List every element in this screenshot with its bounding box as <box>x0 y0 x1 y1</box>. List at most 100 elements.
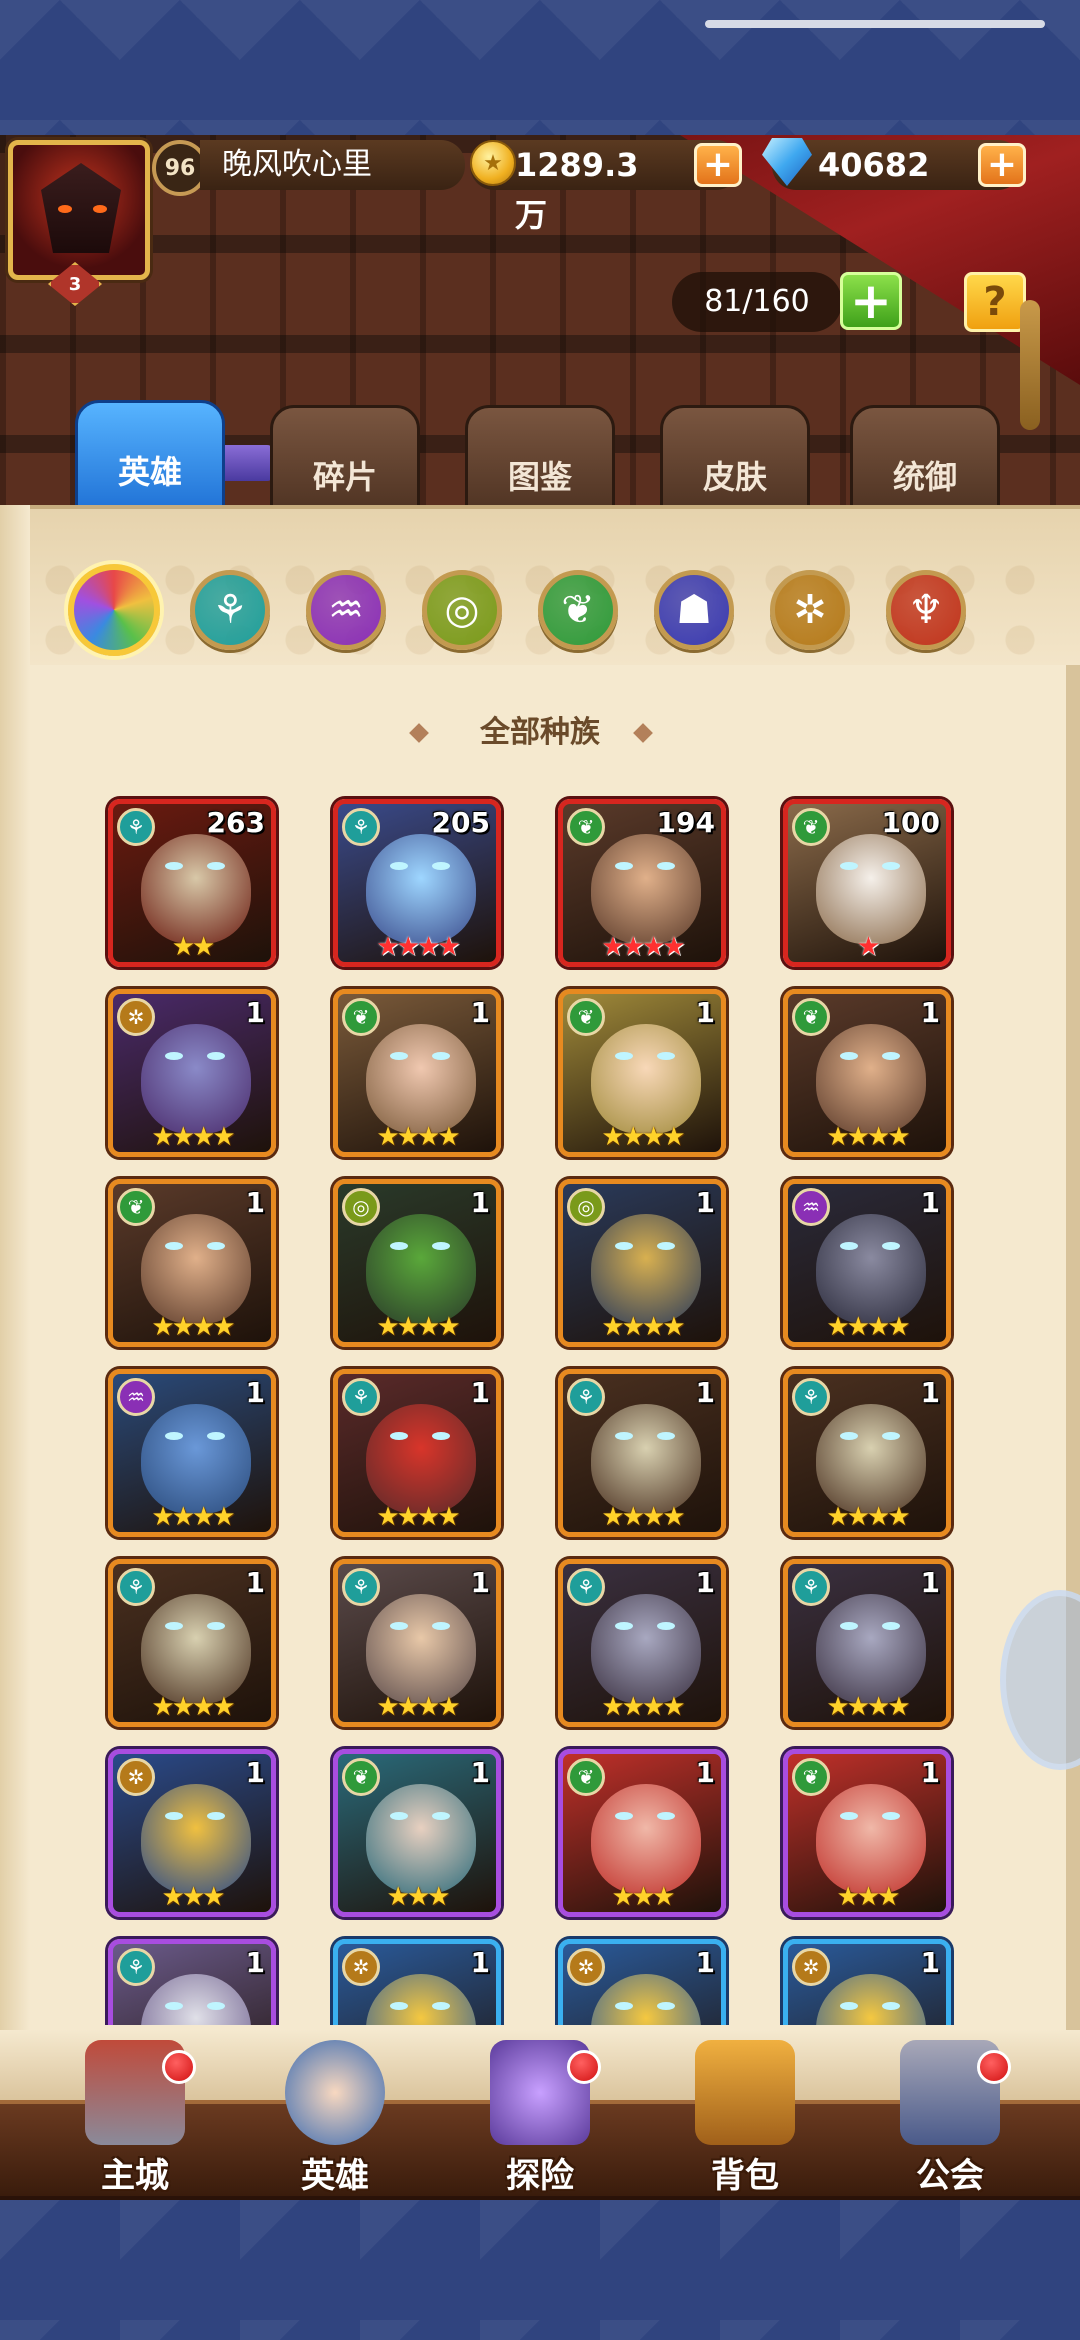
tab-0[interactable]: 英雄 <box>75 400 225 518</box>
hero-stars: ★★★ <box>836 1882 901 1912</box>
hero-race-icon: ❦ <box>342 998 380 1036</box>
rainbow-all-icon[interactable] <box>68 564 160 656</box>
hero-stars: ★★★ <box>161 1882 226 1912</box>
hero-level: 1 <box>245 1376 265 1409</box>
bottom-background <box>0 2200 1080 2340</box>
nav-label: 英雄 <box>301 2156 369 2196</box>
hero-stars: ★★★★ <box>601 1122 685 1152</box>
hero-card[interactable]: ✲ 1 <box>333 1939 501 2025</box>
hero-stars: ★★★★ <box>151 1122 235 1152</box>
hero-card[interactable]: ⚘ 1 ★★★★ <box>783 1559 951 1727</box>
nav-portal[interactable]: 探险 <box>455 2040 625 2200</box>
hero-card[interactable]: ❦ 1 ★★★★ <box>333 989 501 1157</box>
hero-card[interactable]: ❦ 1 ★★★ <box>558 1749 726 1917</box>
hero-stars: ★★★★ <box>826 1502 910 1532</box>
hero-eye <box>207 1812 225 1820</box>
hero-eye <box>840 1052 858 1060</box>
hero-portrait <box>591 1784 701 1894</box>
hero-card[interactable]: ◎ 1 ★★★★ <box>333 1179 501 1347</box>
hero-eye <box>207 1052 225 1060</box>
hero-stars: ★★★★ <box>826 1312 910 1342</box>
hero-eye <box>390 1432 408 1440</box>
hero-race-icon: ⚘ <box>342 808 380 846</box>
hero-eye <box>840 2002 858 2010</box>
undead-race-icon[interactable]: ♒ <box>306 570 386 650</box>
hero-card[interactable]: ⚘ 205 ★★★★ <box>333 799 501 967</box>
hero-card[interactable]: ⚘ 1 ★★★★ <box>333 1369 501 1537</box>
hero-card[interactable]: ❦ 1 ★★★★ <box>558 989 726 1157</box>
hero-eye <box>615 1622 633 1630</box>
hero-eye <box>615 862 633 870</box>
dark-race-icon[interactable]: ♆ <box>886 570 966 650</box>
hero-eye <box>840 1622 858 1630</box>
hero-race-icon: ✲ <box>567 1948 605 1986</box>
hero-portrait <box>591 1024 701 1134</box>
hero-race-icon: ◎ <box>342 1188 380 1226</box>
nav-backpack[interactable]: 背包 <box>660 2040 830 2200</box>
hero-eye <box>615 2002 633 2010</box>
hero-stars: ★★★★ <box>826 1122 910 1152</box>
shadow-race-icon[interactable]: ⚘ <box>190 570 270 650</box>
hero-eye <box>840 862 858 870</box>
player-avatar[interactable] <box>8 140 150 280</box>
hero-card[interactable]: ⚘ 263 ★★ <box>108 799 276 967</box>
light-race-icon[interactable]: ✲ <box>770 570 850 650</box>
abyss-race-icon[interactable]: ☗ <box>654 570 734 650</box>
hero-card[interactable]: ♒ 1 ★★★★ <box>108 1369 276 1537</box>
hero-eye <box>432 1812 450 1820</box>
hero-card[interactable]: ⚘ 1 ★★★★ <box>558 1559 726 1727</box>
hero-eye <box>432 1242 450 1250</box>
fortress-race-icon[interactable]: ◎ <box>422 570 502 650</box>
nav-guild-tower[interactable]: 公会 <box>865 2040 1035 2200</box>
hero-card[interactable]: ❦ 1 ★★★ <box>333 1749 501 1917</box>
hero-card[interactable]: ♒ 1 ★★★★ <box>783 1179 951 1347</box>
hero-eye <box>165 1242 183 1250</box>
hero-eye <box>165 1432 183 1440</box>
hero-eye <box>882 2002 900 2010</box>
hero-card[interactable]: ❦ 100 ★ <box>783 799 951 967</box>
hero-card[interactable]: ⚘ 1 ★★★★ <box>783 1369 951 1537</box>
hero-card[interactable]: ✲ 1 ★★★★ <box>108 989 276 1157</box>
hero-eye <box>615 1812 633 1820</box>
hero-card[interactable]: ❦ 194 ★★★★ <box>558 799 726 967</box>
nav-castle[interactable]: 主城 <box>50 2040 220 2200</box>
hero-portrait <box>816 1594 926 1704</box>
hero-card[interactable]: ✲ 1 <box>783 1939 951 2025</box>
hero-eye <box>165 2002 183 2010</box>
hero-level: 1 <box>695 1756 715 1789</box>
hero-eye <box>390 2002 408 2010</box>
hero-card[interactable]: ❦ 1 ★★★★ <box>783 989 951 1157</box>
hero-level: 1 <box>470 1376 490 1409</box>
nav-hero-portrait[interactable]: 英雄 <box>250 2040 420 2200</box>
page-fold <box>0 505 30 2065</box>
hero-level: 1 <box>920 1376 940 1409</box>
hero-level: 1 <box>920 1186 940 1219</box>
hero-card[interactable]: ◎ 1 ★★★★ <box>558 1179 726 1347</box>
hero-level: 205 <box>431 806 490 839</box>
hero-portrait-icon <box>285 2040 385 2145</box>
hero-eye <box>207 1432 225 1440</box>
forest-race-icon[interactable]: ❦ <box>538 570 618 650</box>
hero-card[interactable]: ❦ 1 ★★★★ <box>108 1179 276 1347</box>
nav-label: 公会 <box>916 2156 984 2196</box>
hero-card[interactable]: ⚘ 1 ★★★★ <box>108 1559 276 1727</box>
hero-race-icon: ❦ <box>117 1188 155 1226</box>
add-gold-button[interactable]: + <box>694 143 742 187</box>
hero-level: 100 <box>881 806 940 839</box>
hero-eye <box>390 862 408 870</box>
hero-card[interactable]: ❦ 1 ★★★ <box>783 1749 951 1917</box>
hero-level: 1 <box>695 1186 715 1219</box>
hero-eye <box>207 2002 225 2010</box>
hero-card[interactable]: ⚘ 1 <box>108 1939 276 2025</box>
hero-portrait <box>591 1594 701 1704</box>
hero-race-icon: ❦ <box>567 1758 605 1796</box>
expand-capacity-button[interactable]: + <box>840 272 902 330</box>
hero-card[interactable]: ⚘ 1 ★★★★ <box>333 1559 501 1727</box>
hero-card[interactable]: ✲ 1 ★★★ <box>108 1749 276 1917</box>
hero-stars: ★★★★ <box>376 1502 460 1532</box>
add-diamond-button[interactable]: + <box>978 143 1026 187</box>
hero-card[interactable]: ✲ 1 <box>558 1939 726 2025</box>
hero-card[interactable]: ⚘ 1 ★★★★ <box>558 1369 726 1537</box>
hero-race-icon: ❦ <box>342 1758 380 1796</box>
help-button[interactable]: ? <box>964 272 1026 332</box>
